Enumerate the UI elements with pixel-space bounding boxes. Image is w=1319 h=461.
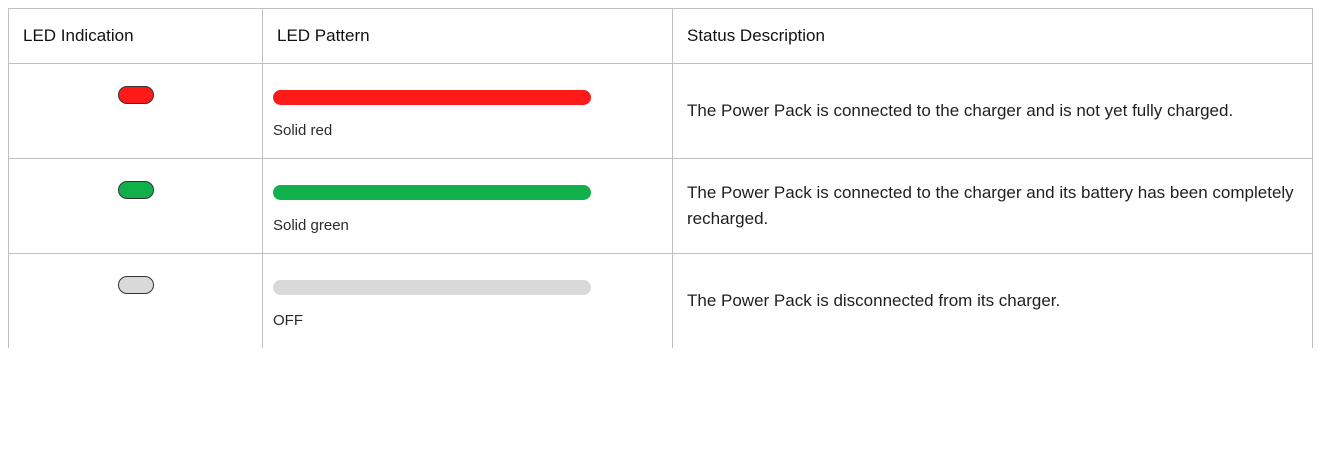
led-green-icon xyxy=(117,181,154,199)
led-red-icon xyxy=(117,86,154,104)
status-description: The Power Pack is connected to the charg… xyxy=(672,63,1313,159)
led-off-icon xyxy=(117,276,154,294)
header-status-description: Status Description xyxy=(672,8,1313,64)
pattern-bar-green xyxy=(273,185,591,200)
led-indication-cell xyxy=(8,158,263,254)
table-row: Solid red The Power Pack is connected to… xyxy=(8,63,1313,159)
led-pattern-cell: Solid green xyxy=(262,158,673,254)
pattern-bar-off xyxy=(273,280,591,295)
led-indication-cell xyxy=(8,253,263,348)
led-status-table: LED Indication LED Pattern Status Descri… xyxy=(8,8,1313,348)
header-led-pattern: LED Pattern xyxy=(262,8,673,64)
led-indication-cell xyxy=(8,63,263,159)
header-row: LED Indication LED Pattern Status Descri… xyxy=(8,8,1313,64)
led-pattern-cell: Solid red xyxy=(262,63,673,159)
table-row: Solid green The Power Pack is connected … xyxy=(8,158,1313,254)
led-pattern-cell: OFF xyxy=(262,253,673,348)
status-description: The Power Pack is connected to the charg… xyxy=(672,158,1313,254)
status-description: The Power Pack is disconnected from its … xyxy=(672,253,1313,348)
header-led-indication: LED Indication xyxy=(8,8,263,64)
table-row: OFF The Power Pack is disconnected from … xyxy=(8,253,1313,348)
pattern-label: Solid green xyxy=(273,217,349,234)
pattern-label: Solid red xyxy=(273,122,333,139)
pattern-label: OFF xyxy=(273,312,303,329)
pattern-bar-red xyxy=(273,90,591,105)
